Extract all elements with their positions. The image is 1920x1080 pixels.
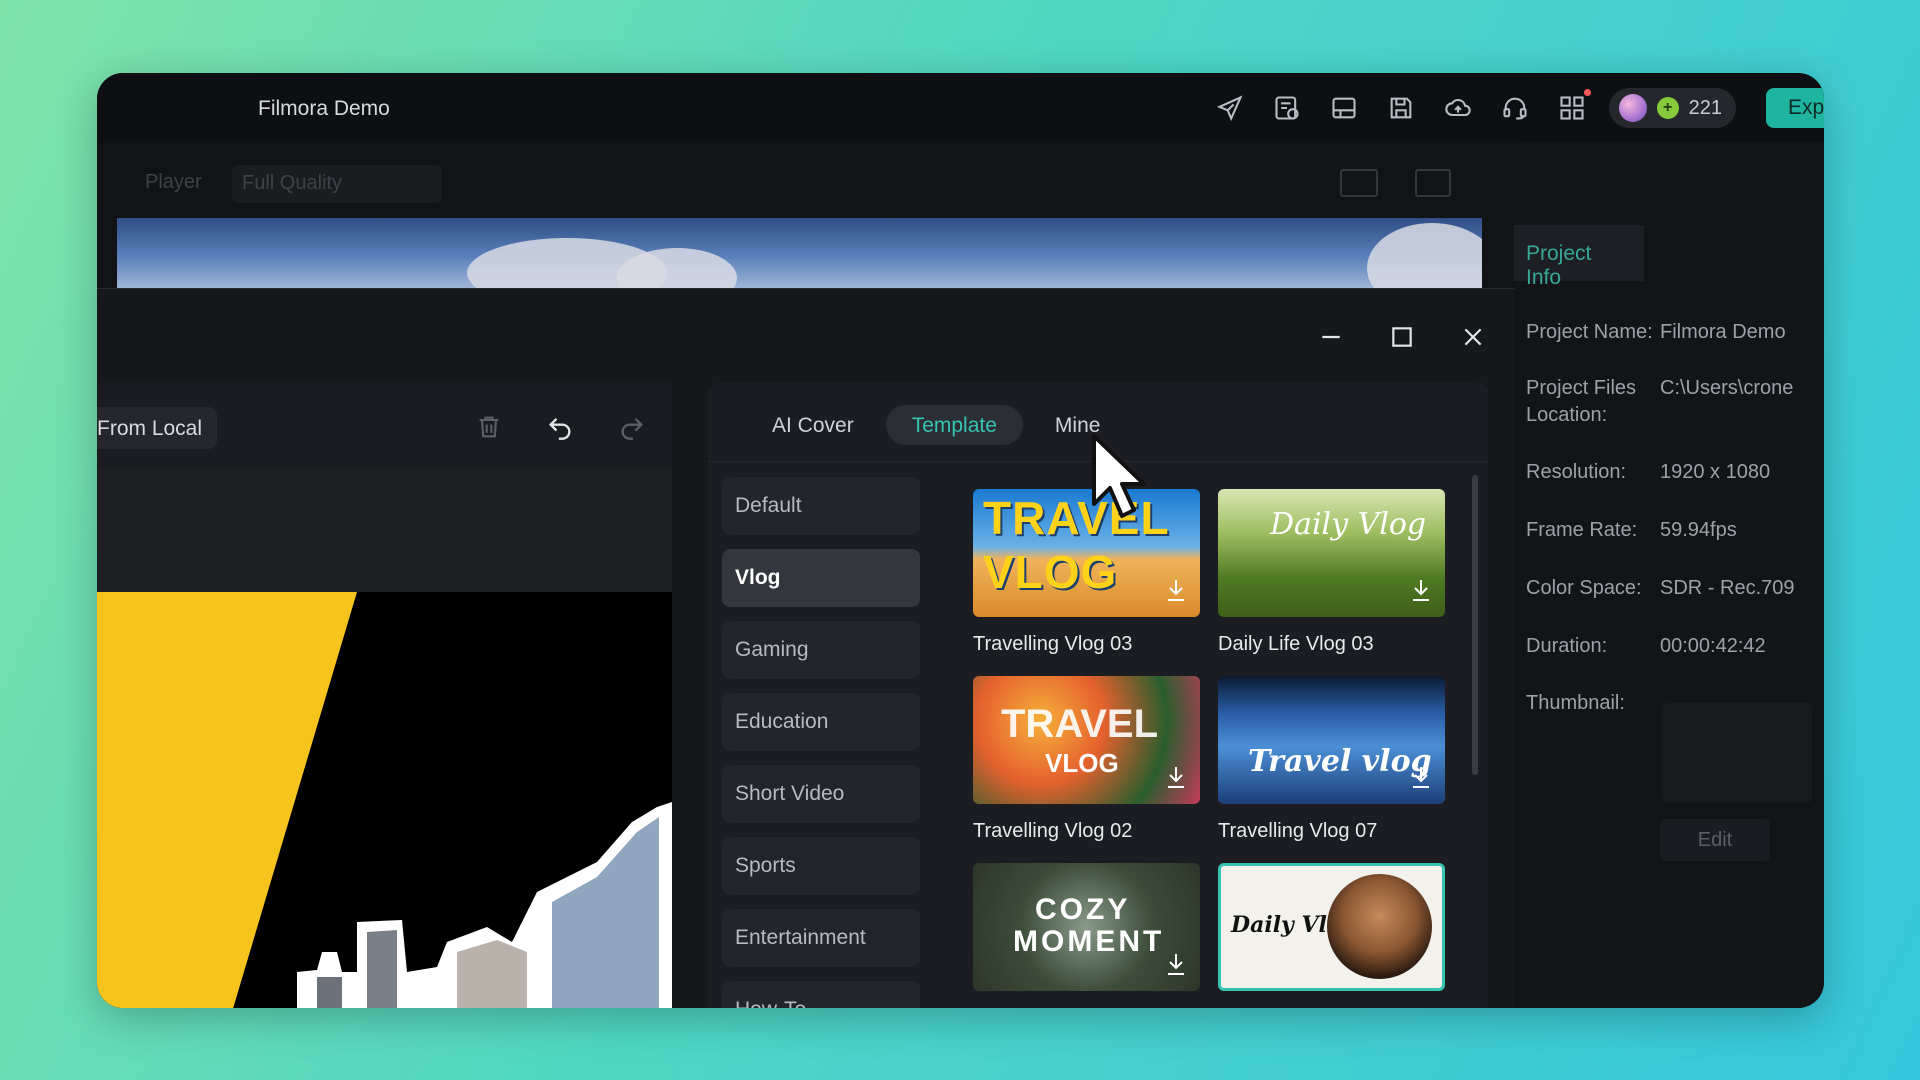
canvas-frame	[97, 592, 672, 1008]
tab-project-info[interactable]: Project Info	[1514, 225, 1644, 289]
category-default[interactable]: Default	[722, 477, 920, 535]
project-location-value: C:\Users\crone	[1660, 377, 1794, 399]
waveform-icon[interactable]	[1415, 169, 1451, 197]
tab-template[interactable]: Template	[885, 405, 1023, 445]
cover-canvas[interactable]	[97, 467, 672, 1008]
cover-tabs: AI Cover Template Mine	[746, 405, 1126, 445]
grid-view-icon[interactable]	[1340, 169, 1378, 197]
template-title: Travelling Vlog 07	[1218, 820, 1378, 842]
template-thumbnail[interactable]: COZY MOMENT	[973, 863, 1200, 991]
thumbnail-preview[interactable]	[1662, 703, 1812, 803]
category-list: Default Vlog Gaming Education Short Vide…	[722, 477, 920, 1008]
trash-icon[interactable]	[467, 405, 511, 449]
save-icon[interactable]	[1373, 87, 1430, 129]
task-list-icon[interactable]	[1259, 87, 1316, 129]
player-preview	[117, 218, 1482, 288]
template-card-selected[interactable]: Daily Vlog	[1218, 863, 1445, 991]
coin-icon: +	[1656, 97, 1679, 119]
toolbar-icons: + 221 Export	[1202, 87, 1824, 129]
download-icon[interactable]	[1409, 577, 1433, 603]
undo-icon[interactable]	[538, 405, 582, 449]
quality-select[interactable]: Full Quality	[232, 165, 442, 203]
template-card[interactable]: Travel vlog Travelling Vlog 07	[1218, 676, 1445, 843]
export-button[interactable]: Export	[1766, 88, 1824, 128]
cloud-shape	[1367, 223, 1482, 288]
download-icon[interactable]	[1164, 951, 1188, 977]
minimize-icon[interactable]	[1311, 317, 1351, 357]
template-thumbnail[interactable]: TRAVEL VLOG	[973, 676, 1200, 804]
thumbnail-art-subtext: VLOG	[1045, 748, 1119, 778]
canvas-top-area	[97, 467, 672, 592]
frame-rate-label: Frame Rate:	[1526, 519, 1638, 541]
category-how-to[interactable]: How-To	[722, 981, 920, 1008]
template-title: Daily Life Vlog 03	[1218, 633, 1374, 655]
tab-ai-cover[interactable]: AI Cover	[746, 405, 880, 445]
app-title: Filmora Demo	[258, 97, 390, 120]
template-thumbnail[interactable]: Daily Vlog	[1218, 863, 1445, 991]
template-card[interactable]: TRAVEL VLOG Travelling Vlog 02	[973, 676, 1200, 843]
cover-editor-pane: From Local	[97, 383, 672, 1008]
from-local-button[interactable]: From Local	[97, 407, 217, 449]
template-thumbnail[interactable]: Travel vlog	[1218, 676, 1445, 804]
avatar[interactable]	[1618, 94, 1647, 122]
template-title: Travelling Vlog 02	[973, 820, 1133, 842]
cover-dialog: From Local AI Cover Template Mine Defaul…	[97, 288, 1514, 1008]
redo-icon[interactable]	[610, 405, 654, 449]
category-sports[interactable]: Sports	[722, 837, 920, 895]
apps-grid-icon[interactable]	[1544, 87, 1601, 129]
template-thumbnail[interactable]: Daily Vlog	[1218, 489, 1445, 617]
thumbnail-art-text: TRAVEL	[1001, 702, 1159, 746]
category-short-video[interactable]: Short Video	[722, 765, 920, 823]
download-icon[interactable]	[1164, 764, 1188, 790]
player-label: Player	[145, 171, 202, 193]
edit-thumbnail-button[interactable]: Edit	[1660, 819, 1770, 861]
quality-value: Full Quality	[242, 172, 343, 194]
project-name-label: Project Name:	[1526, 321, 1653, 343]
project-name-value: Filmora Demo	[1660, 321, 1786, 343]
frame-rate-value: 59.94fps	[1660, 519, 1737, 541]
send-icon[interactable]	[1202, 87, 1259, 129]
thumbnail-art-text: Daily Vlog	[1270, 507, 1427, 542]
mouse-cursor-icon	[1092, 434, 1146, 518]
city-skyline-image	[297, 802, 672, 1008]
close-icon[interactable]	[1453, 317, 1493, 357]
template-title: Travelling Vlog 03	[973, 633, 1133, 655]
category-vlog[interactable]: Vlog	[722, 549, 920, 607]
project-location-label: Project Files Location:	[1526, 377, 1637, 426]
category-entertainment[interactable]: Entertainment	[722, 909, 920, 967]
layout-icon[interactable]	[1316, 87, 1373, 129]
credits-pill[interactable]: + 221	[1608, 88, 1736, 128]
portrait-image	[1327, 874, 1432, 979]
project-info-panel: Project Info Project Name: Filmora Demo …	[1514, 143, 1824, 1008]
headset-icon[interactable]	[1487, 87, 1544, 129]
resolution-label: Resolution:	[1526, 461, 1627, 483]
notification-dot	[1583, 89, 1591, 96]
download-icon[interactable]	[1164, 577, 1188, 603]
template-card[interactable]: Daily Vlog Daily Life Vlog 03	[1218, 489, 1445, 656]
duration-label: Duration:	[1526, 635, 1608, 657]
thumbnail-art-text: COZY	[1035, 893, 1131, 926]
template-scrollbar[interactable]	[1472, 475, 1478, 775]
template-card[interactable]: TRAVEL VLOG Travelling Vlog 03	[973, 489, 1200, 656]
category-gaming[interactable]: Gaming	[722, 621, 920, 679]
thumbnail-label: Thumbnail:	[1526, 692, 1625, 714]
color-space-value: SDR - Rec.709	[1660, 577, 1795, 599]
app-window: Filmora Demo + 221 Exp Player Full Quali…	[97, 73, 1824, 1008]
credit-count: 221	[1688, 96, 1722, 119]
category-education[interactable]: Education	[722, 693, 920, 751]
title-bar: Filmora Demo + 221 Exp	[97, 73, 1824, 143]
cloud-upload-icon[interactable]	[1430, 87, 1487, 129]
thumbnail-art-subtext: MOMENT	[1013, 925, 1165, 958]
thumbnail-art-text: Travel vlog	[1248, 744, 1432, 779]
template-thumbnail[interactable]: TRAVEL VLOG	[973, 489, 1200, 617]
download-icon[interactable]	[1409, 764, 1433, 790]
color-space-label: Color Space:	[1526, 577, 1642, 599]
resolution-value: 1920 x 1080	[1660, 461, 1771, 483]
duration-value: 00:00:42:42	[1660, 635, 1766, 657]
template-card[interactable]: COZY MOMENT	[973, 863, 1200, 991]
maximize-icon[interactable]	[1382, 317, 1422, 357]
